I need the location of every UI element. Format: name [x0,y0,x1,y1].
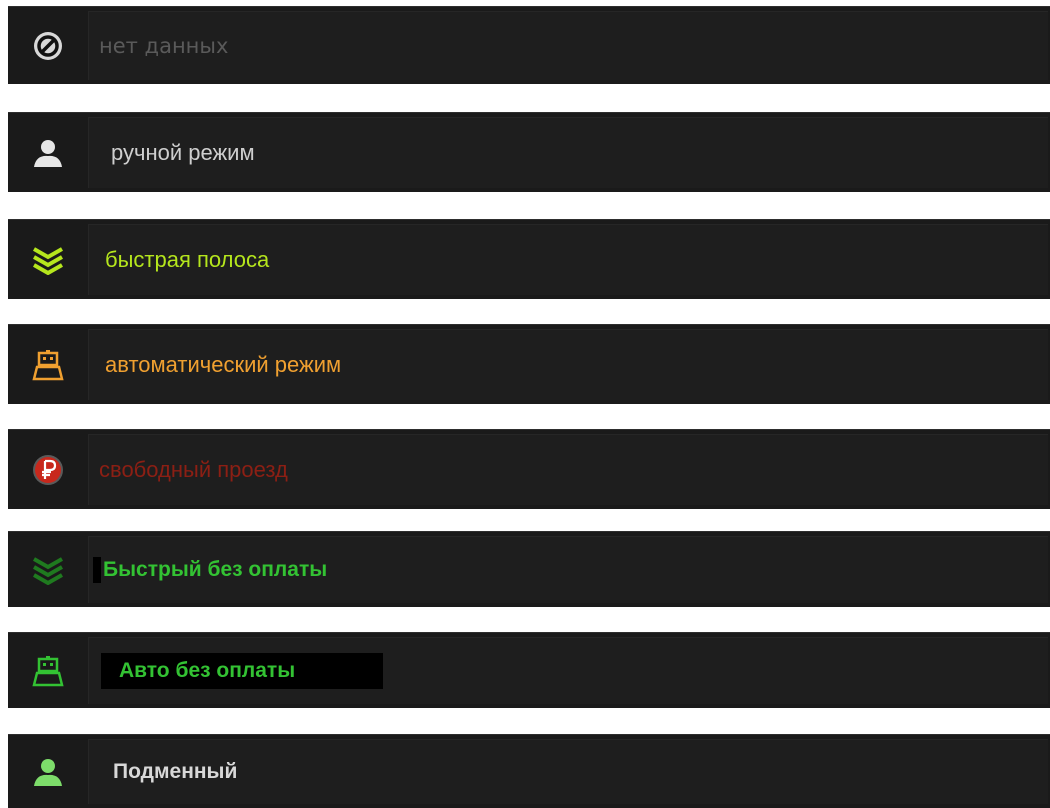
mode-label: Быстрый без оплаты [103,558,328,581]
mode-field: ручной режим [88,117,1048,188]
mode-label: автоматический режим [105,352,342,377]
mode-field: Быстрый без оплаты [88,536,1048,603]
text-marker [93,557,101,583]
mode-row-free-pass: свободный проезд [8,429,1050,509]
mode-label: Подменный [113,760,238,783]
mode-row-fast-free: Быстрый без оплаты [8,531,1050,607]
mode-row-fast-lane: быстрая полоса [8,219,1050,299]
mode-field: свободный проезд [88,434,1048,505]
chevrons-icon [8,220,88,299]
mode-row-auto-free: Авто без оплаты [8,632,1050,708]
mode-row-auto: автоматический режим [8,324,1050,404]
person-icon [8,735,88,808]
mode-field: Авто без оплаты [88,637,1048,704]
person-icon [8,113,88,192]
chevrons-icon [8,532,88,607]
robot-icon [8,633,88,708]
mode-label: Авто без оплаты [101,653,383,689]
mode-field: Подменный [88,739,1048,804]
mode-label: ручной режим [111,140,255,165]
robot-icon [8,325,88,404]
mode-label: свободный проезд [99,457,288,482]
mode-label: нет данных [99,34,229,58]
mode-field: автоматический режим [88,329,1048,400]
mode-row-substitute: Подменный [8,734,1050,808]
no-data-icon [8,7,88,84]
ruble-icon [8,430,88,509]
mode-row-no-data: нет данных [8,6,1050,84]
mode-field: быстрая полоса [88,224,1048,295]
mode-row-manual: ручной режим [8,112,1050,192]
mode-field: нет данных [88,11,1048,80]
mode-label: быстрая полоса [105,247,270,272]
